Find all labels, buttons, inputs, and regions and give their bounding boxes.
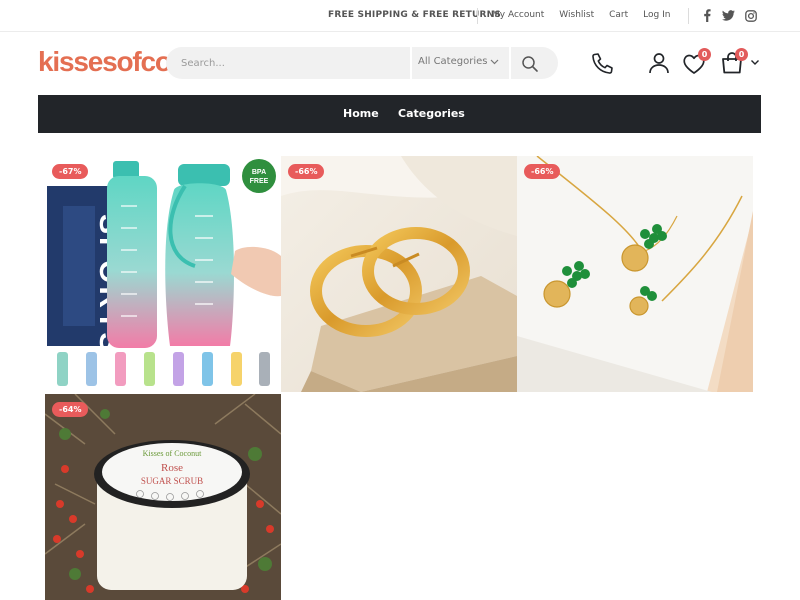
my-account-link[interactable]: My Account <box>492 10 544 20</box>
product-image-sugar-scrub: Kisses of Coconut Rose SUGAR SCRUB <box>45 394 281 600</box>
user-icon[interactable] <box>647 51 671 75</box>
divider <box>509 47 511 79</box>
site-logo[interactable]: kissesofcoconut <box>38 45 168 79</box>
wishlist-link[interactable]: Wishlist <box>559 10 594 20</box>
svg-text:FREE: FREE <box>250 178 269 185</box>
discount-badge: -67% <box>52 164 89 179</box>
search-icon[interactable] <box>521 55 539 73</box>
top-bar: FREE SHIPPING & FREE RETURNS My Account … <box>0 0 800 32</box>
login-link[interactable]: Log In <box>643 10 670 20</box>
social-links <box>700 8 757 23</box>
twitter-icon[interactable] <box>722 8 735 23</box>
search-bar: All Categories <box>166 47 558 79</box>
product-image-bead-jewelry <box>517 156 753 392</box>
discount-badge: -64% <box>52 402 89 417</box>
svg-text:SUGAR SCRUB: SUGAR SCRUB <box>141 476 203 486</box>
nav-item-home[interactable]: Home <box>343 107 379 120</box>
svg-text:Rose: Rose <box>161 462 183 474</box>
product-image-hoop-earrings <box>281 156 517 392</box>
phone-icon[interactable] <box>589 51 615 77</box>
discount-badge: -66% <box>524 164 561 179</box>
shipping-notice: FREE SHIPPING & FREE RETURNS <box>328 10 502 20</box>
search-input[interactable] <box>166 47 410 79</box>
divider <box>688 8 689 24</box>
discount-badge: -66% <box>288 164 325 179</box>
svg-text:Kisses of Coconut: Kisses of Coconut <box>143 449 202 458</box>
chevron-down-icon <box>491 59 499 64</box>
wishlist-count-badge: 0 <box>698 48 711 61</box>
svg-text:BPA: BPA <box>252 169 266 176</box>
instagram-icon[interactable] <box>744 8 757 23</box>
category-select-value: All Categories <box>418 56 488 67</box>
category-select[interactable]: All Categories <box>418 56 499 67</box>
product-card[interactable]: Kisses of Coconut Rose SUGAR SCRUB -64% <box>45 394 281 600</box>
product-card[interactable]: -66% <box>281 156 517 392</box>
product-image-water-bottle: SPORTS BPA FREE <box>45 156 281 392</box>
divider <box>410 47 412 79</box>
facebook-icon[interactable] <box>700 8 713 23</box>
nav-item-categories[interactable]: Categories <box>398 107 465 120</box>
main-nav: Home Categories <box>38 95 761 133</box>
product-card[interactable]: SPORTS BPA FREE <box>45 156 281 392</box>
cart-count-badge: 0 <box>735 48 748 61</box>
chevron-down-icon[interactable] <box>750 57 760 67</box>
product-card[interactable]: -66% <box>517 156 753 392</box>
cart-link[interactable]: Cart <box>609 10 628 20</box>
top-links: My Account Wishlist Cart Log In <box>492 10 670 20</box>
divider <box>477 8 478 24</box>
